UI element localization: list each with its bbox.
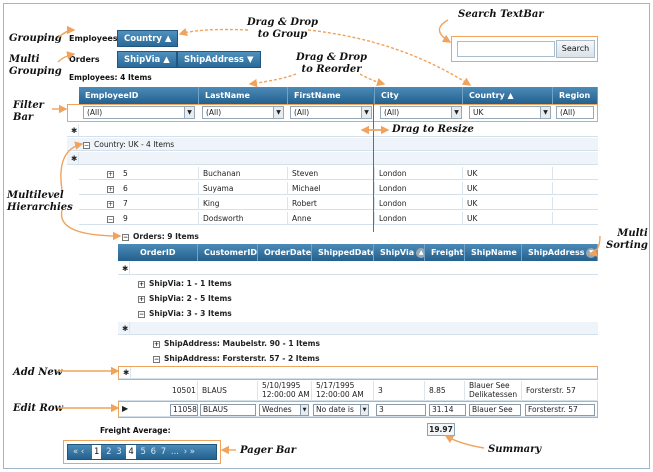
callout-arrows (52, 19, 601, 455)
